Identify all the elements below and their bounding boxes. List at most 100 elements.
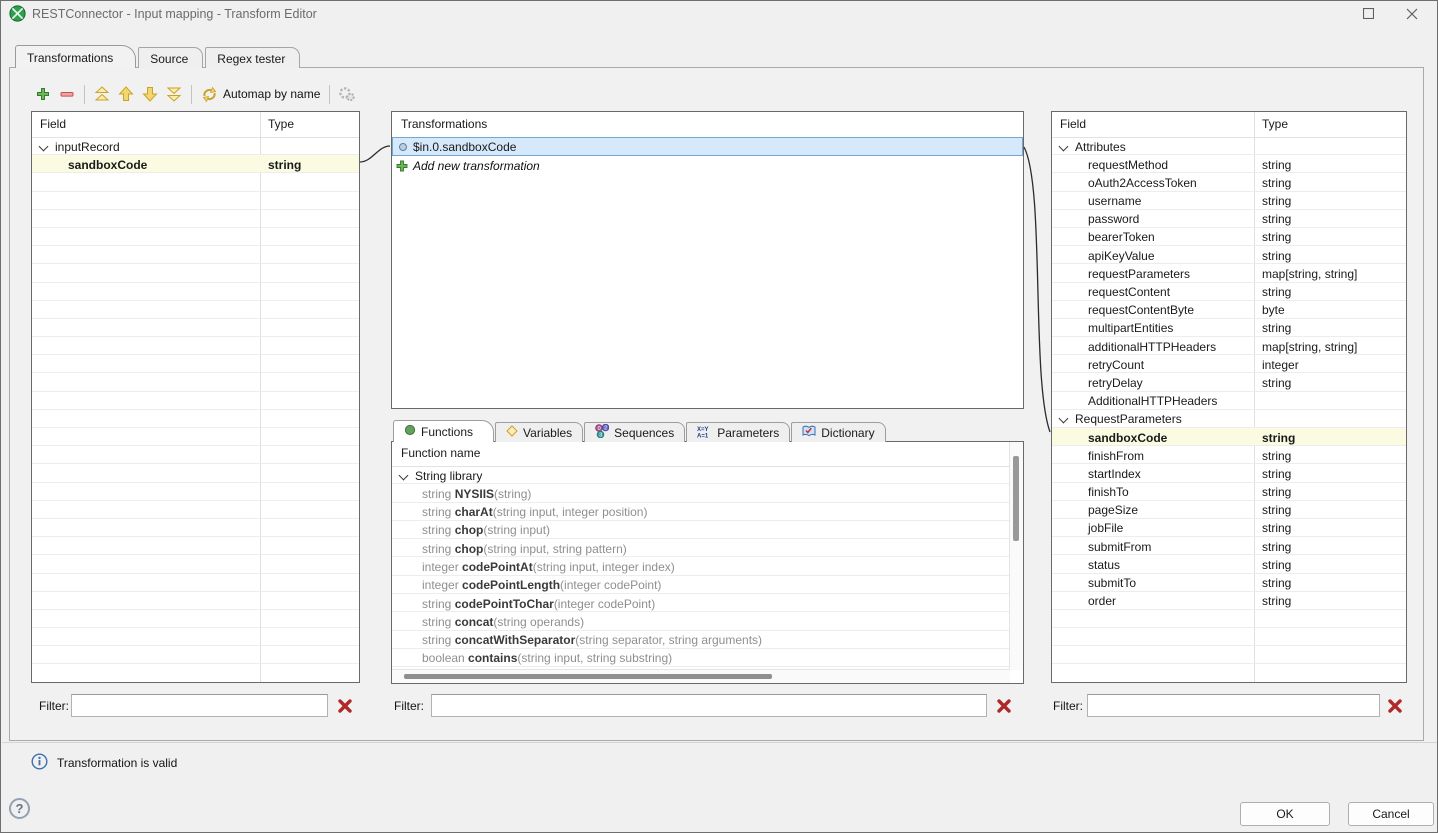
column-header-type[interactable]: Type: [268, 117, 294, 131]
function-row[interactable]: string chop(string input): [392, 521, 1010, 539]
field-type: [260, 392, 359, 409]
tree-row[interactable]: requestContentBytebyte: [1052, 301, 1406, 319]
automap-by-name-label[interactable]: Automap by name: [223, 87, 320, 101]
tree-row[interactable]: retryCountinteger: [1052, 355, 1406, 373]
tree-row[interactable]: finishTostring: [1052, 483, 1406, 501]
chevron-down-icon[interactable]: [1059, 414, 1069, 424]
tree-row[interactable]: RequestParameters: [1052, 410, 1406, 428]
left-filter-input[interactable]: [71, 694, 328, 717]
tab-parameters[interactable]: X=YA=1Parameters: [686, 422, 790, 442]
transformation-expression[interactable]: $in.0.sandboxCode: [413, 140, 516, 154]
right-filter-input[interactable]: [1087, 694, 1380, 717]
function-row[interactable]: string charAt(string input, integer posi…: [392, 503, 1010, 521]
function-name: charAt: [455, 505, 493, 519]
function-name-header[interactable]: Function name: [401, 446, 480, 460]
tree-row[interactable]: finishFromstring: [1052, 446, 1406, 464]
tab-dictionary[interactable]: Dictionary: [791, 422, 885, 442]
transformation-item-selected[interactable]: $in.0.sandboxCode: [392, 137, 1023, 156]
tree-row[interactable]: jobFilestring: [1052, 519, 1406, 537]
tree-row[interactable]: sandboxCodestring: [1052, 428, 1406, 446]
function-row[interactable]: string concatWithSeparator(string separa…: [392, 631, 1010, 649]
function-row[interactable]: boolean contains(string input, string su…: [392, 649, 1010, 667]
add-new-transformation-label[interactable]: Add new transformation: [413, 159, 540, 173]
tree-row[interactable]: requestParametersmap[string, string]: [1052, 264, 1406, 282]
expand-all-icon[interactable]: [162, 82, 186, 106]
cancel-button[interactable]: Cancel: [1348, 802, 1434, 826]
function-row[interactable]: string codePointToChar(integer codePoint…: [392, 594, 1010, 612]
tree-row[interactable]: statusstring: [1052, 555, 1406, 573]
function-row[interactable]: integer codePointAt(string input, intege…: [392, 557, 1010, 575]
table-header: Field Type: [32, 112, 359, 138]
tree-row[interactable]: additionalHTTPHeadersmap[string, string]: [1052, 337, 1406, 355]
move-down-icon[interactable]: [138, 82, 162, 106]
tab-sequences[interactable]: 023Sequences: [584, 422, 685, 442]
title-bar[interactable]: RESTConnector - Input mapping - Transfor…: [1, 1, 1437, 27]
tree-row[interactable]: sandboxCodestring: [32, 155, 359, 173]
field-type: [260, 483, 359, 500]
tree-row[interactable]: orderstring: [1052, 592, 1406, 610]
column-header-type[interactable]: Type: [1262, 117, 1288, 131]
tree-row[interactable]: requestMethodstring: [1052, 155, 1406, 173]
tree-row[interactable]: oAuth2AccessTokenstring: [1052, 173, 1406, 191]
chevron-down-icon[interactable]: [399, 470, 409, 480]
tree-row[interactable]: inputRecord: [32, 137, 359, 155]
add-new-transformation[interactable]: Add new transformation: [392, 156, 1023, 175]
clear-filter-icon[interactable]: [337, 698, 353, 714]
close-icon[interactable]: [1395, 1, 1429, 26]
chevron-down-icon[interactable]: [39, 141, 49, 151]
middle-filter-input[interactable]: [431, 694, 987, 717]
tree-row[interactable]: multipartEntitiesstring: [1052, 319, 1406, 337]
scrollbar-thumb[interactable]: [1013, 456, 1019, 541]
tree-row[interactable]: passwordstring: [1052, 210, 1406, 228]
tree-row-empty: [32, 173, 359, 191]
function-group-row[interactable]: String library: [392, 466, 1010, 484]
tree-row[interactable]: AdditionalHTTPHeaders: [1052, 392, 1406, 410]
function-return-type: string: [422, 597, 455, 611]
tree-row[interactable]: pageSizestring: [1052, 501, 1406, 519]
tab-transformations[interactable]: Transformations: [15, 45, 136, 68]
scrollbar-thumb[interactable]: [404, 674, 772, 679]
tree-row[interactable]: retryDelaystring: [1052, 373, 1406, 391]
field-type: [260, 337, 359, 354]
tree-row[interactable]: startIndexstring: [1052, 464, 1406, 482]
tree-row[interactable]: submitFromstring: [1052, 537, 1406, 555]
column-header-field[interactable]: Field: [1060, 117, 1086, 131]
tree-row[interactable]: apiKeyValuestring: [1052, 246, 1406, 264]
function-name: NYSIIS: [455, 487, 494, 501]
tree-row[interactable]: usernamestring: [1052, 192, 1406, 210]
column-header-field[interactable]: Field: [40, 117, 66, 131]
collapse-all-icon[interactable]: [90, 82, 114, 106]
tab-regex-tester[interactable]: Regex tester: [205, 47, 300, 68]
tab-variables[interactable]: Variables: [495, 422, 583, 442]
clear-filter-icon[interactable]: [1387, 698, 1403, 714]
function-row[interactable]: integer codePointLength(integer codePoin…: [392, 576, 1010, 594]
field-type: string: [1254, 446, 1406, 463]
horizontal-scrollbar[interactable]: [392, 669, 1010, 683]
table-header: Field Type: [1052, 112, 1406, 138]
maximize-button[interactable]: [1351, 1, 1385, 26]
tab-source[interactable]: Source: [138, 47, 203, 68]
vertical-scrollbar[interactable]: [1009, 442, 1023, 670]
remove-icon[interactable]: [55, 82, 79, 106]
tree-row[interactable]: bearerTokenstring: [1052, 228, 1406, 246]
function-args: (string input, string pattern): [483, 542, 626, 556]
add-icon[interactable]: [31, 82, 55, 106]
footer-divider: [2, 742, 1437, 743]
tree-row[interactable]: submitTostring: [1052, 574, 1406, 592]
function-args: (string input, string substring): [517, 651, 672, 665]
automap-by-name-icon[interactable]: [197, 82, 221, 106]
chevron-down-icon[interactable]: [1059, 141, 1069, 151]
help-button[interactable]: ?: [9, 798, 30, 819]
move-up-icon[interactable]: [114, 82, 138, 106]
function-row[interactable]: string NYSIIS(string): [392, 484, 1010, 502]
tree-row[interactable]: requestContentstring: [1052, 283, 1406, 301]
ok-button[interactable]: OK: [1240, 802, 1330, 826]
field-type: [260, 246, 359, 263]
tab-functions[interactable]: Functions: [393, 420, 494, 442]
function-row[interactable]: string chop(string input, string pattern…: [392, 539, 1010, 557]
clear-filter-icon[interactable]: [996, 698, 1012, 714]
tree-row[interactable]: Attributes: [1052, 137, 1406, 155]
function-row[interactable]: string concat(string operands): [392, 612, 1010, 630]
function-return-type: integer: [422, 560, 462, 574]
field-type: [260, 373, 359, 390]
